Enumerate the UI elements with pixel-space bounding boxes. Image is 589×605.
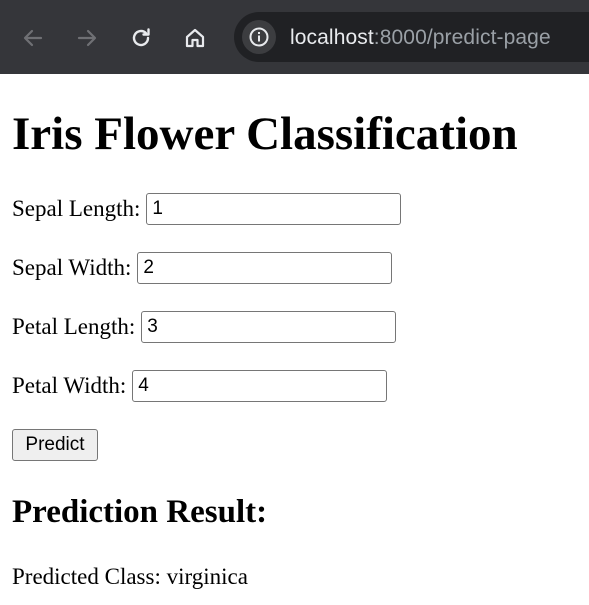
form-row-petal-length: Petal Length: [12, 311, 397, 343]
page-title: Iris Flower Classification [12, 108, 518, 160]
petal-length-input[interactable] [141, 311, 397, 343]
result-heading: Prediction Result: [12, 494, 268, 530]
home-button[interactable] [180, 23, 210, 53]
form-row-sepal-width: Sepal Width: [12, 252, 393, 284]
predict-button[interactable]: Predict [12, 429, 98, 461]
browser-toolbar: localhost:8000/predict-page [0, 0, 589, 74]
url-text[interactable]: localhost:8000/predict-page [290, 26, 551, 50]
back-icon [23, 29, 43, 47]
forward-icon [77, 29, 97, 47]
url-path: :8000/predict-page [373, 26, 551, 49]
petal-width-label: Petal Width: [12, 373, 127, 398]
predicted-class-text: Predicted Class: virginica [12, 564, 248, 589]
form-row-sepal-length: Sepal Length: [12, 193, 402, 225]
reload-button[interactable] [126, 23, 156, 53]
home-icon [185, 28, 205, 48]
url-host: localhost [290, 26, 374, 49]
sepal-length-label: Sepal Length: [12, 196, 141, 221]
address-bar[interactable]: localhost:8000/predict-page [234, 12, 589, 62]
sepal-width-input[interactable] [137, 252, 393, 284]
form-row-petal-width: Petal Width: [12, 370, 388, 402]
sepal-length-input[interactable] [146, 193, 402, 225]
back-button[interactable] [18, 23, 48, 53]
reload-icon [132, 28, 150, 47]
petal-width-input[interactable] [132, 370, 388, 402]
petal-length-label: Petal Length: [12, 314, 136, 339]
site-info-icon [249, 27, 269, 47]
sepal-width-label: Sepal Width: [12, 255, 132, 280]
forward-button[interactable] [72, 23, 102, 53]
site-info-button[interactable] [242, 20, 276, 54]
